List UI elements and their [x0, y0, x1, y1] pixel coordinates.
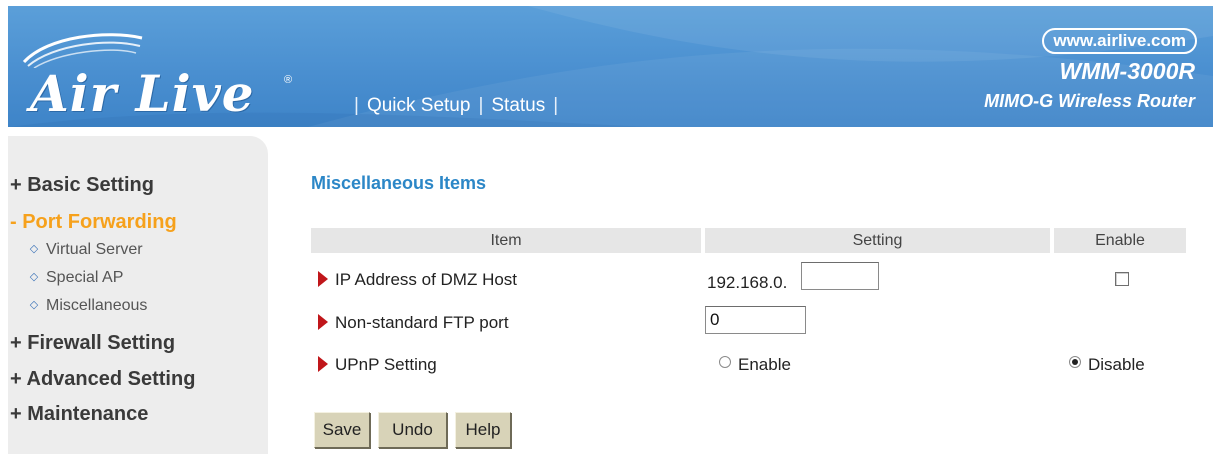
sidebar-item-port-forwarding[interactable]: - Port Forwarding: [10, 211, 177, 234]
red-triangle-bullet-icon: [318, 356, 328, 372]
page-title: Miscellaneous Items: [311, 173, 487, 193]
nav-separator: |: [553, 95, 559, 116]
brand-logo: Air Live: [30, 64, 255, 123]
row-label-text: IP Address of DMZ Host: [335, 270, 518, 289]
column-header-setting: Setting: [705, 228, 1050, 253]
sidebar-subitem-label: Special AP: [46, 269, 124, 286]
logo-arc-icon: [22, 33, 143, 68]
dmz-ip-prefix: 192.168.0.: [707, 273, 788, 292]
diamond-bullet-icon: ◇: [29, 299, 39, 311]
column-header-enable: Enable: [1054, 228, 1186, 253]
sidebar-item-advanced-setting[interactable]: + Advanced Setting: [10, 368, 195, 391]
sidebar-subitem-label: Virtual Server: [46, 241, 143, 258]
dmz-enable-checkbox[interactable]: [1115, 272, 1129, 286]
model-name: WMM-3000R: [1059, 58, 1195, 84]
upnp-disable-label[interactable]: Disable: [1088, 355, 1145, 375]
site-url-badge: www.airlive.com: [1042, 28, 1197, 54]
upnp-disable-radio[interactable]: [1069, 356, 1081, 368]
upnp-enable-radio[interactable]: [719, 356, 731, 368]
sidebar-subitem-special-ap[interactable]: ◇ Special AP: [28, 269, 124, 287]
help-button[interactable]: Help: [455, 412, 511, 448]
nav-status-link[interactable]: Status: [491, 95, 545, 116]
sidebar-subitem-miscellaneous[interactable]: ◇ Miscellaneous: [28, 297, 148, 315]
header-banner: Air Live ® | Quick Setup | Status | www.airl…: [8, 6, 1213, 127]
row-label-dmz-host: IP Address of DMZ Host: [318, 270, 517, 290]
nav-quick-setup-link[interactable]: Quick Setup: [367, 95, 471, 116]
red-triangle-bullet-icon: [318, 314, 328, 330]
nav-separator: |: [478, 95, 484, 116]
red-triangle-bullet-icon: [318, 271, 328, 287]
sidebar-item-basic-setting[interactable]: + Basic Setting: [10, 174, 154, 197]
row-label-upnp: UPnP Setting: [318, 355, 437, 375]
sidebar-subitem-virtual-server[interactable]: ◇ Virtual Server: [28, 241, 143, 259]
upnp-enable-label[interactable]: Enable: [738, 355, 791, 375]
row-label-ftp-port: Non-standard FTP port: [318, 313, 509, 333]
ftp-port-input[interactable]: [705, 306, 806, 334]
sidebar-subitem-label: Miscellaneous: [46, 297, 148, 314]
product-subtitle: MIMO-G Wireless Router: [984, 91, 1195, 111]
diamond-bullet-icon: ◇: [29, 243, 39, 255]
undo-button[interactable]: Undo: [378, 412, 447, 448]
save-button[interactable]: Save: [314, 412, 370, 448]
dmz-host-ip-input[interactable]: [801, 262, 879, 290]
nav-separator: |: [354, 95, 359, 116]
row-label-text: Non-standard FTP port: [335, 313, 509, 332]
diamond-bullet-icon: ◇: [29, 271, 39, 283]
top-nav: | Quick Setup | Status |: [346, 95, 566, 117]
registered-mark: ®: [284, 74, 293, 86]
column-header-item: Item: [311, 228, 701, 253]
sidebar-item-maintenance[interactable]: + Maintenance: [10, 403, 148, 426]
row-label-text: UPnP Setting: [335, 355, 437, 374]
sidebar-item-firewall-setting[interactable]: + Firewall Setting: [10, 332, 175, 355]
